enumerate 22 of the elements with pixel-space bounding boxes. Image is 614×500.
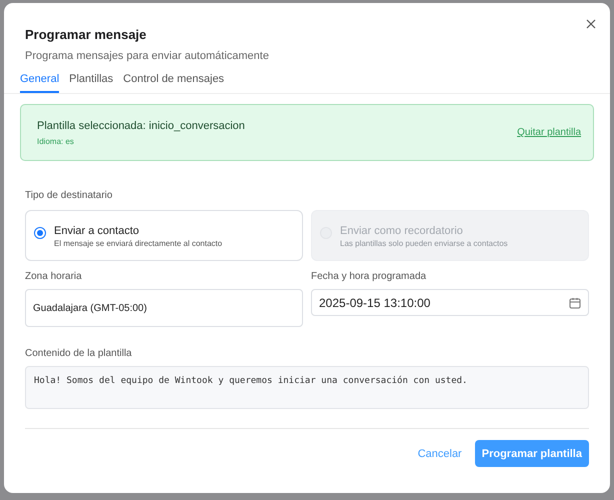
option-description: El mensaje se enviará directamente al contacto [54, 238, 222, 249]
field-label: Tipo de destinatario [25, 190, 114, 202]
field-label: Zona horaria [25, 271, 83, 283]
radio-button[interactable] [34, 227, 46, 239]
template-content-field: Hola! Somos del equipo de Wintook y queremos iniciar una conversación con usted. [25, 366, 589, 409]
dialog-subtitle: Programa mensajes para enviar automáticamente [25, 49, 270, 63]
close-icon[interactable] [586, 19, 596, 29]
tab[interactable]: Control de mensajes [123, 69, 224, 93]
radio-option[interactable]: Enviar a contacto El mensaje se enviará directamente al contacto [25, 210, 303, 261]
tab[interactable]: General [20, 69, 60, 93]
timezone-field[interactable]: Guadalajara (GMT-05:00) [25, 289, 303, 327]
dialog-title: Programar mensaje [25, 27, 148, 43]
datetime-field[interactable]: 2025-09-15 13:10:00 [311, 289, 589, 316]
field-label: Fecha y hora programada [311, 271, 428, 283]
option-description: Las plantillas solo pueden enviarse a contactos [340, 238, 508, 249]
field-label: Contenido de la plantilla [25, 348, 133, 360]
template-language: Idioma: es [37, 137, 75, 146]
option-title: Enviar a contacto [54, 224, 140, 238]
tab[interactable]: Plantillas [69, 69, 114, 93]
template-name: Plantilla seleccionada: inicio_conversacion [37, 119, 245, 133]
calendar-icon [569, 296, 581, 308]
option-title: Enviar como recordatorio [340, 224, 464, 238]
